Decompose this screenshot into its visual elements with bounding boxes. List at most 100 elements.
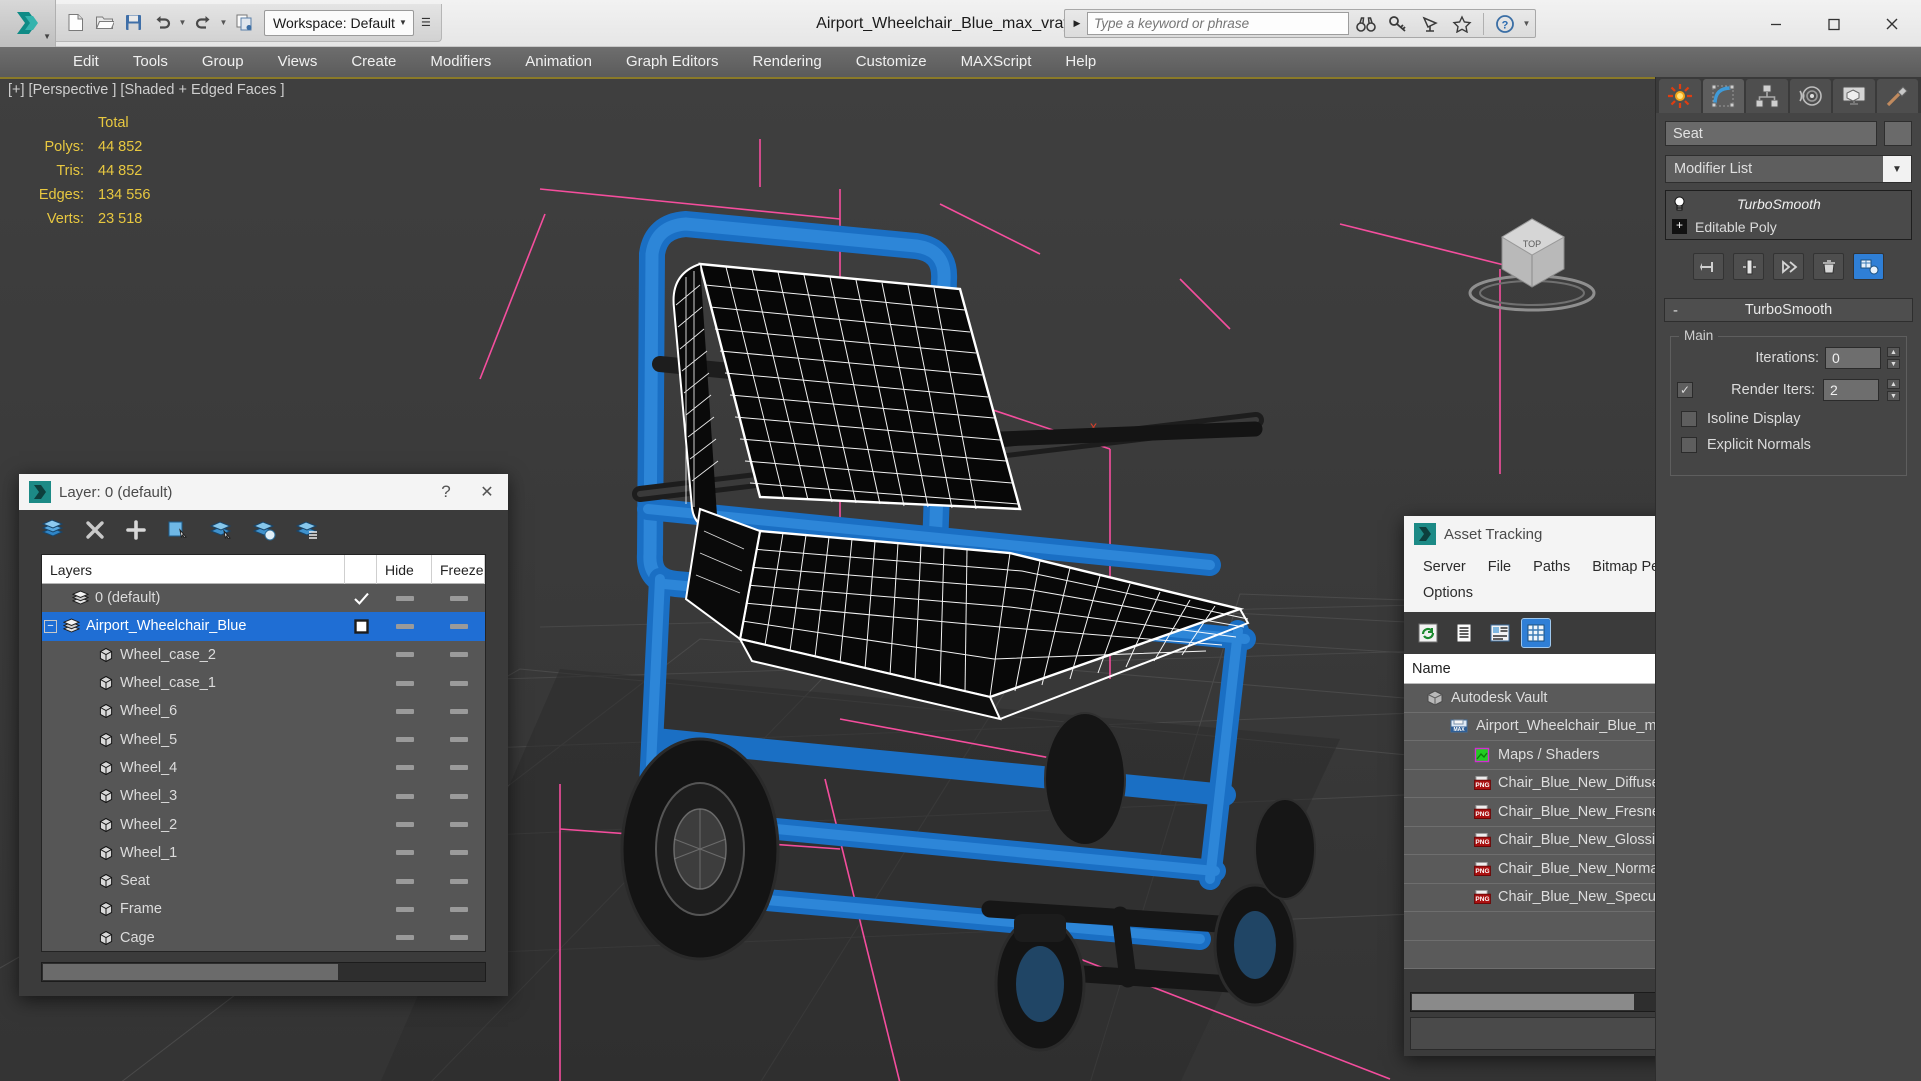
application-menu-button[interactable]: ▼ bbox=[0, 0, 56, 47]
hide-toggle[interactable] bbox=[377, 737, 432, 743]
freeze-toggle[interactable] bbox=[432, 737, 485, 743]
freeze-toggle[interactable] bbox=[432, 680, 485, 686]
menu-item-modifiers[interactable]: Modifiers bbox=[413, 47, 508, 77]
column-header-freeze[interactable]: Freeze bbox=[432, 555, 485, 584]
collapse-expander-icon[interactable]: − bbox=[44, 619, 57, 633]
asset-menu-server[interactable]: Server bbox=[1414, 559, 1475, 575]
binoculars-icon[interactable] bbox=[1351, 10, 1381, 37]
hide-toggle[interactable] bbox=[377, 765, 432, 771]
table-row[interactable]: Frame bbox=[42, 895, 485, 923]
freeze-toggle[interactable] bbox=[432, 708, 485, 714]
hide-toggle[interactable] bbox=[377, 906, 432, 912]
redo-icon[interactable] bbox=[190, 10, 216, 36]
object-color-swatch[interactable] bbox=[1884, 121, 1912, 146]
select-objects-in-layer-icon[interactable] bbox=[166, 519, 190, 546]
utilities-tab[interactable] bbox=[1876, 79, 1918, 113]
undo-dropdown-arrow-icon[interactable]: ▼ bbox=[178, 18, 187, 27]
table-row[interactable]: Wheel_3 bbox=[42, 782, 485, 810]
hide-toggle[interactable] bbox=[377, 793, 432, 799]
hide-toggle[interactable] bbox=[377, 878, 432, 884]
satellite-dish-icon[interactable] bbox=[1415, 10, 1445, 37]
undo-icon[interactable] bbox=[149, 10, 175, 36]
search-input[interactable] bbox=[1087, 12, 1349, 35]
menu-item-graph-editors[interactable]: Graph Editors bbox=[609, 47, 736, 77]
hide-toggle[interactable] bbox=[377, 595, 432, 601]
viewport-label[interactable]: [+] [Perspective ] [Shaded + Edged Faces… bbox=[8, 82, 284, 98]
hide-toggle[interactable] bbox=[377, 652, 432, 658]
menu-item-tools[interactable]: Tools bbox=[116, 47, 185, 77]
column-header-layers[interactable]: Layers bbox=[42, 555, 345, 584]
modifier-list-dropdown[interactable]: Modifier List ▼ bbox=[1665, 155, 1912, 183]
hide-unselected-layers-icon[interactable] bbox=[295, 519, 319, 546]
menu-item-maxscript[interactable]: MAXScript bbox=[944, 47, 1049, 77]
iterations-spinner[interactable]: ▲ ▼ bbox=[1887, 347, 1900, 369]
hide-toggle[interactable] bbox=[377, 850, 432, 856]
freeze-toggle[interactable] bbox=[432, 652, 485, 658]
freeze-toggle[interactable] bbox=[432, 822, 485, 828]
light-bulb-icon[interactable] bbox=[1672, 196, 1687, 211]
set-current-layer-icon[interactable] bbox=[252, 519, 276, 546]
menu-item-animation[interactable]: Animation bbox=[508, 47, 609, 77]
iterations-field[interactable]: 0 bbox=[1825, 347, 1881, 369]
pin-stack-icon[interactable] bbox=[1693, 253, 1724, 280]
table-row[interactable]: Wheel_2 bbox=[42, 810, 485, 838]
render-iters-spinner[interactable]: ▲ ▼ bbox=[1887, 379, 1900, 401]
refresh-icon[interactable] bbox=[1414, 619, 1442, 647]
layer-dialog-title-bar[interactable]: Layer: 0 (default) ? ✕ bbox=[19, 474, 508, 510]
display-tab[interactable] bbox=[1833, 79, 1875, 113]
detail-view-icon[interactable] bbox=[1486, 619, 1514, 647]
freeze-toggle[interactable] bbox=[432, 765, 485, 771]
hide-toggle[interactable] bbox=[377, 822, 432, 828]
modify-tab[interactable] bbox=[1702, 79, 1744, 113]
scrollbar-thumb[interactable] bbox=[1412, 994, 1634, 1010]
menu-item-help[interactable]: Help bbox=[1048, 47, 1113, 77]
list-view-icon[interactable] bbox=[1450, 619, 1478, 647]
table-row[interactable]: Wheel_case_1 bbox=[42, 669, 485, 697]
table-row[interactable]: − Airport_Wheelchair_Blue bbox=[42, 612, 485, 641]
table-row[interactable]: Wheel_6 bbox=[42, 697, 485, 725]
help-icon[interactable]: ? bbox=[430, 482, 462, 502]
render-iters-checkbox[interactable]: ✓ bbox=[1677, 382, 1693, 398]
chevron-down-icon[interactable]: ▼ bbox=[395, 18, 411, 27]
table-row[interactable]: Wheel_4 bbox=[42, 754, 485, 782]
save-file-icon[interactable] bbox=[120, 10, 146, 36]
help-icon[interactable]: ? bbox=[1490, 10, 1520, 37]
menu-item-customize[interactable]: Customize bbox=[839, 47, 944, 77]
create-new-layer-icon[interactable] bbox=[41, 518, 65, 546]
configure-modifier-sets-icon[interactable] bbox=[1853, 253, 1884, 280]
close-button[interactable] bbox=[1863, 0, 1921, 47]
asset-menu-options[interactable]: Options bbox=[1414, 585, 1482, 601]
minimize-button[interactable] bbox=[1747, 0, 1805, 47]
remove-modifier-icon[interactable] bbox=[1813, 253, 1844, 280]
scrollbar-thumb[interactable] bbox=[43, 964, 338, 980]
hide-toggle[interactable] bbox=[377, 935, 432, 941]
new-file-icon[interactable] bbox=[62, 10, 88, 36]
layer-horizontal-scrollbar[interactable] bbox=[41, 962, 486, 982]
key-icon[interactable] bbox=[1383, 10, 1413, 37]
table-row[interactable]: 0 (default) bbox=[42, 584, 485, 612]
hierarchy-tab[interactable] bbox=[1746, 79, 1788, 113]
asset-menu-file[interactable]: File bbox=[1479, 559, 1520, 575]
menu-item-views[interactable]: Views bbox=[261, 47, 335, 77]
search-expand-icon[interactable]: ▶ bbox=[1069, 18, 1085, 29]
table-row[interactable]: Cage bbox=[42, 924, 485, 951]
freeze-toggle[interactable] bbox=[432, 595, 485, 601]
menu-item-group[interactable]: Group bbox=[185, 47, 261, 77]
freeze-toggle[interactable] bbox=[432, 935, 485, 941]
grid-view-icon[interactable] bbox=[1521, 618, 1551, 648]
hide-toggle[interactable] bbox=[377, 680, 432, 686]
turbosmooth-rollout-header[interactable]: - TurboSmooth bbox=[1664, 298, 1913, 322]
toolbar-overflow-icon[interactable]: ☰ bbox=[417, 16, 435, 29]
open-file-icon[interactable] bbox=[91, 10, 117, 36]
help-dropdown-arrow-icon[interactable]: ▼ bbox=[1522, 19, 1531, 28]
highlight-selected-objects-layer-icon[interactable] bbox=[209, 519, 233, 546]
isoline-display-checkbox[interactable] bbox=[1681, 411, 1697, 427]
freeze-toggle[interactable] bbox=[432, 793, 485, 799]
modifier-stack-item-turbosmooth[interactable]: TurboSmooth bbox=[1667, 192, 1910, 215]
freeze-toggle[interactable] bbox=[432, 623, 485, 629]
table-row[interactable]: Wheel_1 bbox=[42, 839, 485, 867]
modifier-stack-item-editable-poly[interactable]: + Editable Poly bbox=[1667, 215, 1910, 238]
freeze-toggle[interactable] bbox=[432, 878, 485, 884]
hide-toggle[interactable] bbox=[377, 708, 432, 714]
motion-tab[interactable] bbox=[1789, 79, 1831, 113]
